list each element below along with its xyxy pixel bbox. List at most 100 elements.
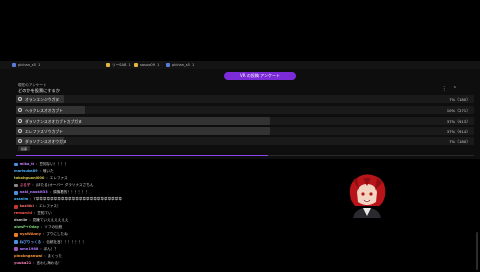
prediction-user: pichan_s5 [18, 62, 36, 67]
chat-separator: : [29, 218, 31, 223]
chat-message: pinoknganwai: まくった [14, 253, 344, 260]
more-icon[interactable]: ⋮ [442, 86, 447, 92]
poll-option-percent: 37%（914） [446, 128, 470, 134]
radio-icon[interactable] [18, 138, 22, 143]
chat-username[interactable]: ぶる子 [20, 182, 31, 189]
prediction-item[interactable]: sasuo09 1 [134, 62, 160, 67]
poll-controls: ⋮ ⌃ [442, 86, 457, 92]
poll-option-percent: 7%（180） [449, 96, 470, 102]
chat-username[interactable]: mika_ti [20, 161, 35, 168]
chat-separator: : [30, 197, 32, 202]
badge-icon [14, 190, 18, 195]
user-icon [12, 62, 16, 67]
chat-separator: : [34, 211, 36, 216]
chat-separator: : [40, 246, 42, 251]
user-icon [106, 63, 110, 67]
badge-icon [14, 162, 18, 167]
chat-text: 豆知てい [37, 211, 52, 216]
poll-option-percent: 10%（271） [446, 107, 470, 113]
chat-separator: : [41, 225, 43, 230]
prediction-count: 1 [128, 63, 131, 67]
chat-text: ほん！？ [43, 246, 58, 251]
chat-text: エレファス [49, 176, 68, 181]
prediction-count: 1 [157, 62, 160, 67]
chat-message: naki_naokit33: 調機着的！！！！！！ [14, 189, 344, 196]
avatar [349, 174, 386, 218]
chat-text: ブウにしたね [46, 232, 68, 237]
poll-option[interactable]: オランエンジウガヌ 7%（180） [16, 95, 474, 103]
radio-icon[interactable] [18, 96, 22, 101]
chat-separator: : [49, 190, 52, 195]
chat-text: 見嫌ていええええええ [32, 218, 69, 223]
chat-username[interactable]: kozi4ki [20, 203, 34, 210]
vote-button[interactable]: 投票 [18, 146, 30, 151]
prediction-count: 1 [191, 62, 195, 67]
chat-separator: : [44, 253, 46, 258]
chat-username[interactable]: amn1988 [20, 246, 39, 253]
prediction-user: リーSAB [112, 62, 127, 67]
chat-text: (ほたる)オーバー ダラソナスさちん [35, 183, 94, 188]
badge-icon [14, 233, 18, 237]
poll-timer [16, 155, 474, 156]
chat-username[interactable]: nyaWAnny [20, 231, 41, 238]
chat-message: mika_ti: 豆知ない！！！！ [14, 161, 344, 168]
poll-header-button[interactable]: VR の投稿 アンケート [224, 72, 296, 80]
poll-panel [0, 69, 480, 159]
poll-question: どのかを投票にするか [18, 88, 60, 93]
poll-option[interactable]: エレファスゾウカブト 37%（914） [16, 127, 474, 135]
user-icon [134, 62, 138, 67]
chat-username[interactable]: marisuke89 [14, 168, 38, 175]
prediction-item[interactable]: リーSAB 1 [106, 63, 131, 68]
chat-text: まくった [47, 253, 62, 258]
badge-icon [14, 240, 18, 244]
chat-message: marisuke89: 喰いた [14, 168, 344, 175]
poll-option[interactable]: ダラソナンスオオウガヌ 7%（180） [16, 137, 474, 145]
prediction-item[interactable]: pichan_s5 1 [166, 62, 195, 67]
chat-message: remarchi: 豆知てい [14, 210, 344, 217]
poll-option-percent: 37%（913） [446, 118, 470, 124]
chat-separator: : [43, 239, 45, 244]
chat-separator: : [32, 183, 34, 188]
chat-separator: : [39, 169, 41, 174]
badge-icon [14, 247, 18, 251]
chat-log: mika_ti: 豆知ない！！！！ marisuke89: 喰いた takahguoni… [14, 161, 344, 267]
chat-username[interactable]: takahguoni000 [14, 175, 44, 182]
poll-option-label: ダラソナンスオオカブトカブガヌ [25, 118, 82, 124]
chat-separator: : [42, 232, 45, 237]
right-eye [369, 192, 373, 196]
prediction-count: 1 [37, 62, 41, 67]
chat-username[interactable]: pinoknganwai [14, 253, 42, 260]
predictions-bar: pichan_s5 1 リーSAB 1 sasuo09 1 pichan_s5 … [0, 61, 480, 69]
chat-text: 喰いた [42, 169, 54, 174]
chat-message: ねびりっくる: 伝統壮言！！！！！！！ [14, 239, 344, 246]
radio-icon[interactable] [18, 118, 22, 123]
chat-separator: : [35, 204, 38, 209]
poll-option[interactable]: ダラソナンスオオカブトカブガヌ 37%（913） [16, 117, 474, 125]
chat-username[interactable]: dsmile [14, 217, 27, 224]
chat-username[interactable]: remarchi [14, 210, 32, 217]
chat-message: nyaWAnny: ブウにしたね [14, 231, 344, 238]
chat-text: 豆知ない！！！！ [39, 162, 69, 166]
chat-message: yuuka21: 言わし海わる！ [14, 260, 344, 267]
chat-message: kozi4ki: エレファス！ [14, 203, 344, 210]
chat-message: alwsP+Oday: ソフの伝統 [14, 224, 344, 231]
chat-scrollbar[interactable] [476, 232, 478, 270]
left-eye [361, 192, 365, 196]
chat-text: ソフの伝統 [44, 225, 63, 230]
chat-username[interactable]: ねびりっくる [20, 239, 42, 246]
chat-username[interactable]: alwsP+Oday [14, 224, 39, 231]
radio-icon[interactable] [18, 128, 22, 133]
chat-username[interactable]: yuuka21 [14, 260, 31, 267]
chat-message: dsmile: 見嫌ていええええええ [14, 217, 344, 224]
chat-text: 調機着的！！！！！！ [53, 190, 89, 195]
radio-icon[interactable] [18, 107, 22, 112]
chat-username[interactable]: naki_naokit33 [20, 189, 48, 196]
chat-message: ぶる子: (ほたる)オーバー ダラソナスさちん [14, 182, 344, 189]
chevron-up-icon[interactable]: ⌃ [453, 86, 457, 92]
chat-text: T草草草草草草草草草草草草草草草草草草草草草草草草 [33, 197, 122, 202]
chat-username[interactable]: ossnim [14, 196, 28, 203]
prediction-item[interactable]: pichan_s5 1 [12, 62, 41, 67]
prediction-user: sasuo09 [140, 62, 155, 67]
poll-option-label: エレファスゾウカブト [25, 128, 63, 134]
poll-option[interactable]: ヘラクレスオオカブト 10%（271） [16, 106, 474, 114]
